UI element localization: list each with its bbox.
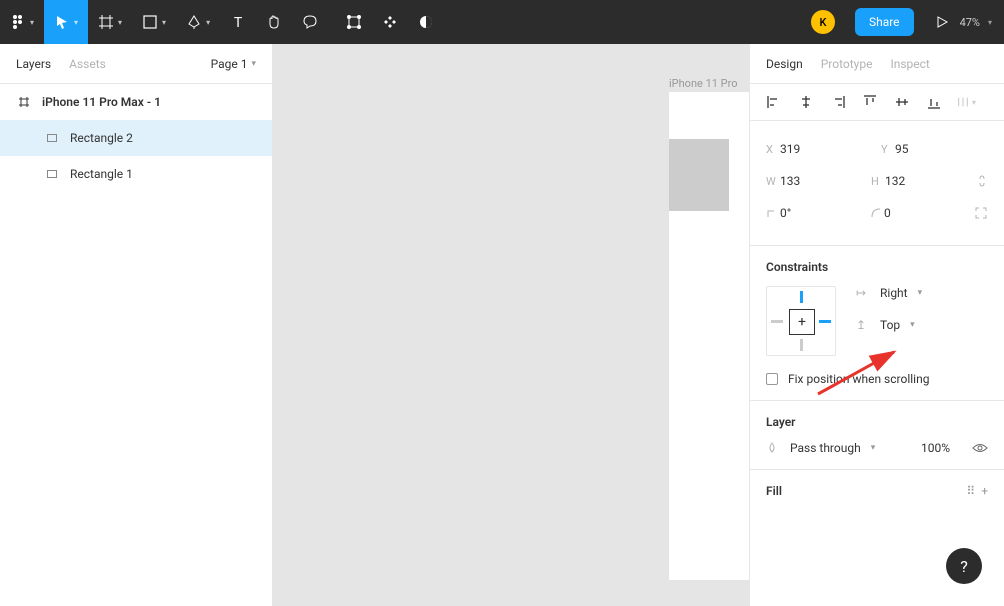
rectangle-icon (44, 166, 60, 182)
h-label: H (871, 175, 885, 188)
corner-radius-icon (870, 207, 884, 219)
checkbox-icon (766, 373, 778, 385)
zoom-dropdown[interactable]: 47%▾ (960, 16, 1004, 29)
pen-tool-button[interactable]: ▾ (176, 0, 220, 44)
rectangle-icon (44, 130, 60, 146)
comment-icon (302, 14, 318, 30)
layers-panel: Layers Assets Page 1▾ iPhone 11 Pro Max … (0, 44, 273, 606)
link-dimensions-button[interactable] (976, 174, 988, 188)
x-input[interactable]: 319 (780, 142, 840, 156)
constraints-title: Constraints (766, 260, 988, 274)
tab-layers[interactable]: Layers (16, 57, 51, 71)
independent-corners-button[interactable] (974, 206, 988, 220)
y-input[interactable]: 95 (895, 142, 955, 156)
h-input[interactable]: 132 (885, 174, 945, 188)
rotation-input[interactable]: 0° (780, 206, 840, 220)
design-panel: Design Prototype Inspect ▾ X319 Y95 W133… (749, 44, 1004, 606)
distribute-button[interactable]: ▾ (956, 92, 976, 112)
mask-icon (418, 14, 434, 30)
pen-icon (186, 14, 202, 30)
blend-mode-select[interactable]: Pass through (790, 441, 861, 455)
chevron-down-icon: ▾ (74, 18, 78, 27)
play-icon (934, 14, 950, 30)
chevron-down-icon: ▾ (162, 18, 166, 27)
alignment-row: ▾ (750, 84, 1004, 121)
chevron-down-icon: ▾ (910, 320, 915, 330)
pointer-icon (54, 14, 70, 30)
rectangle-icon (142, 14, 158, 30)
help-button[interactable]: ? (946, 548, 982, 584)
chevron-down-icon: ▾ (871, 443, 876, 453)
align-right-button[interactable] (828, 92, 848, 112)
add-fill-button[interactable]: + (981, 484, 988, 498)
tab-inspect[interactable]: Inspect (890, 57, 929, 71)
move-tool-button[interactable]: ▾ (44, 0, 88, 44)
layer-label: iPhone 11 Pro Max - 1 (42, 95, 161, 109)
chevron-down-icon: ▾ (918, 288, 923, 298)
layer-rectangle-1[interactable]: Rectangle 1 (0, 156, 272, 192)
style-button[interactable]: ⠿ (966, 484, 975, 498)
hand-icon (266, 14, 282, 30)
canvas-rectangle-1[interactable] (669, 139, 729, 211)
tab-assets[interactable]: Assets (69, 57, 106, 71)
layer-section-title: Layer (766, 415, 988, 429)
visibility-toggle[interactable] (972, 442, 988, 454)
align-vcenter-button[interactable] (892, 92, 912, 112)
vertical-icon: ↥ (856, 318, 870, 332)
share-button[interactable]: Share (855, 8, 914, 36)
present-button[interactable] (924, 0, 960, 44)
chevron-down-icon: ▾ (988, 18, 992, 27)
tab-prototype[interactable]: Prototype (821, 57, 873, 71)
w-input[interactable]: 133 (780, 174, 840, 188)
y-label: Y (881, 143, 895, 156)
hand-tool-button[interactable] (256, 0, 292, 44)
chevron-down-icon: ▾ (251, 59, 256, 69)
layer-frame[interactable]: iPhone 11 Pro Max - 1 (0, 84, 272, 120)
edit-object-icon (346, 14, 362, 30)
tab-design[interactable]: Design (766, 57, 803, 71)
opacity-input[interactable]: 100% (921, 441, 950, 455)
page-selector[interactable]: Page 1▾ (211, 57, 256, 71)
align-top-button[interactable] (860, 92, 880, 112)
align-hcenter-button[interactable] (796, 92, 816, 112)
component-tool-button[interactable] (372, 0, 408, 44)
frame-icon (16, 94, 32, 110)
comment-tool-button[interactable] (292, 0, 328, 44)
align-bottom-button[interactable] (924, 92, 944, 112)
chevron-down-icon: ▾ (118, 18, 122, 27)
chevron-down-icon: ▾ (30, 18, 34, 27)
x-label: X (766, 143, 780, 156)
rotation-icon (766, 207, 780, 219)
constraint-vertical-select[interactable]: ↥ Top ▾ (856, 318, 922, 332)
mask-tool-button[interactable] (336, 0, 372, 44)
corner-input[interactable]: 0 (884, 206, 944, 220)
chevron-down-icon: ▾ (206, 18, 210, 27)
share-button-wrap: Share (845, 0, 924, 44)
shape-tool-button[interactable]: ▾ (132, 0, 176, 44)
top-toolbar: ▾ ▾ ▾ ▾ ▾ T K Share 47%▾ (0, 0, 1004, 44)
frame-tool-button[interactable]: ▾ (88, 0, 132, 44)
canvas[interactable]: iPhone 11 Pro Max - 1 133 × 132 (273, 44, 749, 606)
blend-mode-icon (766, 442, 780, 454)
layer-label: Rectangle 2 (70, 131, 133, 145)
layer-rectangle-2[interactable]: Rectangle 2 (0, 120, 272, 156)
constraint-widget[interactable]: + (766, 286, 836, 356)
text-tool-button[interactable]: T (220, 0, 256, 44)
align-left-button[interactable] (764, 92, 784, 112)
frame-icon (98, 14, 114, 30)
component-icon (382, 14, 398, 30)
fill-section-title: Fill (766, 484, 782, 498)
constraint-horizontal-select[interactable]: ↦ Right ▾ (856, 286, 922, 300)
main-menu-button[interactable]: ▾ (0, 0, 44, 44)
svg-text:T: T (234, 15, 243, 30)
user-avatar[interactable]: K (801, 0, 845, 44)
fix-position-checkbox[interactable]: Fix position when scrolling (766, 372, 988, 386)
boolean-tool-button[interactable] (408, 0, 444, 44)
horizontal-icon: ↦ (856, 286, 870, 300)
layer-label: Rectangle 1 (70, 167, 133, 181)
w-label: W (766, 175, 780, 188)
text-icon: T (230, 14, 246, 30)
figma-logo-icon (10, 14, 26, 30)
